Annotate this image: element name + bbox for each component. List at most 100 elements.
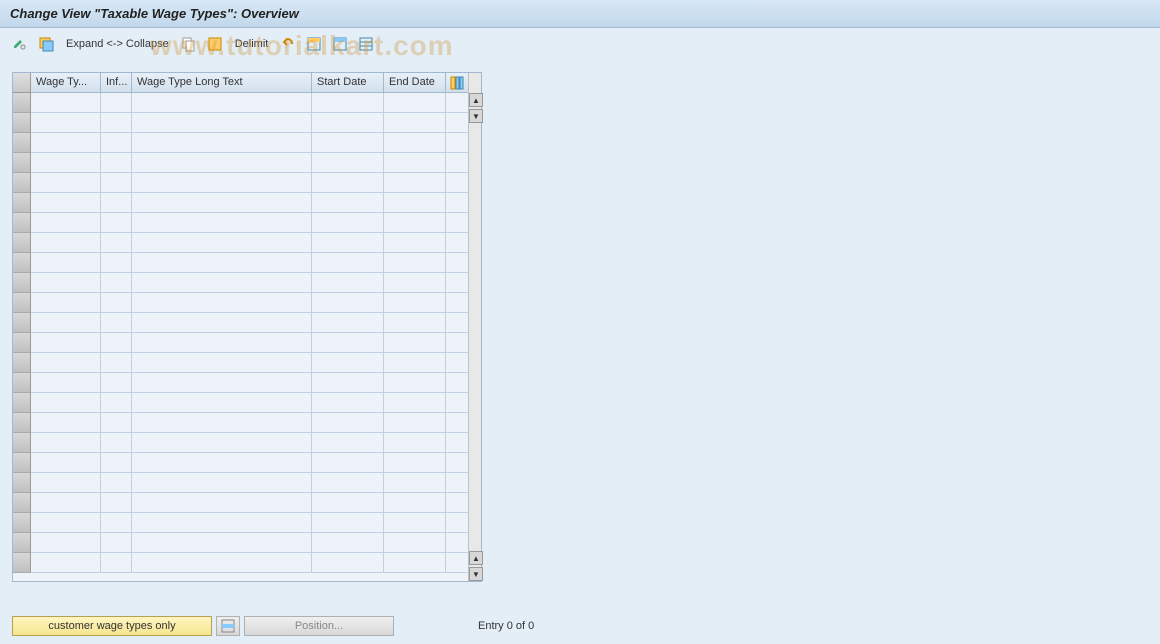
cell-inf[interactable] [101,533,132,553]
table-row[interactable] [13,213,468,233]
cell-inf[interactable] [101,113,132,133]
cell-wage-type[interactable] [31,293,101,313]
row-selector[interactable] [13,413,31,433]
cell-inf[interactable] [101,333,132,353]
position-icon-button[interactable] [216,616,240,636]
column-header-end-date[interactable]: End Date [384,73,446,93]
cell-end-date[interactable] [384,493,446,513]
cell-end-date[interactable] [384,273,446,293]
cell-wage-type[interactable] [31,453,101,473]
table-row[interactable] [13,493,468,513]
cell-wage-type[interactable] [31,313,101,333]
cell-end-date[interactable] [384,513,446,533]
row-selector[interactable] [13,313,31,333]
select-all-toolbar-button[interactable] [205,35,225,53]
table-row[interactable] [13,433,468,453]
table-row[interactable] [13,273,468,293]
cell-start-date[interactable] [312,353,384,373]
table-row[interactable] [13,93,468,113]
cell-long-text[interactable] [132,373,312,393]
cell-end-date[interactable] [384,433,446,453]
cell-wage-type[interactable] [31,473,101,493]
cell-inf[interactable] [101,253,132,273]
scroll-up-arrow[interactable]: ▲ [469,93,483,107]
cell-start-date[interactable] [312,113,384,133]
table-row[interactable] [13,253,468,273]
row-selector[interactable] [13,153,31,173]
cell-start-date[interactable] [312,333,384,353]
cell-end-date[interactable] [384,233,446,253]
cell-long-text[interactable] [132,173,312,193]
cell-wage-type[interactable] [31,533,101,553]
row-selector[interactable] [13,133,31,153]
cell-long-text[interactable] [132,513,312,533]
cell-wage-type[interactable] [31,113,101,133]
cell-inf[interactable] [101,553,132,573]
table-row[interactable] [13,333,468,353]
cell-inf[interactable] [101,493,132,513]
cell-long-text[interactable] [132,93,312,113]
grid-config-button[interactable] [356,35,376,53]
cell-start-date[interactable] [312,453,384,473]
cell-long-text[interactable] [132,553,312,573]
cell-start-date[interactable] [312,93,384,113]
cell-wage-type[interactable] [31,513,101,533]
cell-long-text[interactable] [132,353,312,373]
table-row[interactable] [13,473,468,493]
cell-end-date[interactable] [384,473,446,493]
cell-start-date[interactable] [312,173,384,193]
cell-start-date[interactable] [312,533,384,553]
table-row[interactable] [13,393,468,413]
row-selector[interactable] [13,533,31,553]
cell-inf[interactable] [101,233,132,253]
cell-wage-type[interactable] [31,233,101,253]
cell-long-text[interactable] [132,293,312,313]
table-row[interactable] [13,413,468,433]
row-selector[interactable] [13,553,31,573]
cell-end-date[interactable] [384,393,446,413]
cell-wage-type[interactable] [31,213,101,233]
cell-end-date[interactable] [384,293,446,313]
table-row[interactable] [13,513,468,533]
cell-wage-type[interactable] [31,93,101,113]
column-header-inf[interactable]: Inf... [101,73,132,93]
cell-wage-type[interactable] [31,253,101,273]
table-row[interactable] [13,313,468,333]
cell-inf[interactable] [101,213,132,233]
row-selector[interactable] [13,373,31,393]
row-selector[interactable] [13,473,31,493]
grid-select-button[interactable] [304,35,324,53]
cell-inf[interactable] [101,353,132,373]
cell-inf[interactable] [101,133,132,153]
cell-long-text[interactable] [132,193,312,213]
cell-end-date[interactable] [384,353,446,373]
cell-end-date[interactable] [384,133,446,153]
cell-inf[interactable] [101,433,132,453]
cell-wage-type[interactable] [31,353,101,373]
position-button[interactable]: Position... [244,616,394,636]
column-header-wage-type[interactable]: Wage Ty... [31,73,101,93]
cell-long-text[interactable] [132,153,312,173]
table-row[interactable] [13,233,468,253]
cell-inf[interactable] [101,153,132,173]
cell-long-text[interactable] [132,473,312,493]
change-display-button[interactable] [10,35,30,53]
cell-wage-type[interactable] [31,193,101,213]
row-selector[interactable] [13,193,31,213]
cell-wage-type[interactable] [31,493,101,513]
table-row[interactable] [13,353,468,373]
cell-wage-type[interactable] [31,553,101,573]
cell-start-date[interactable] [312,473,384,493]
cell-end-date[interactable] [384,253,446,273]
cell-start-date[interactable] [312,213,384,233]
row-selector[interactable] [13,433,31,453]
cell-inf[interactable] [101,413,132,433]
copy-button[interactable] [179,35,199,53]
cell-wage-type[interactable] [31,333,101,353]
cell-long-text[interactable] [132,453,312,473]
cell-wage-type[interactable] [31,413,101,433]
cell-long-text[interactable] [132,493,312,513]
scroll-down-arrow-bottom[interactable]: ▼ [469,567,483,581]
row-selector[interactable] [13,273,31,293]
cell-start-date[interactable] [312,513,384,533]
